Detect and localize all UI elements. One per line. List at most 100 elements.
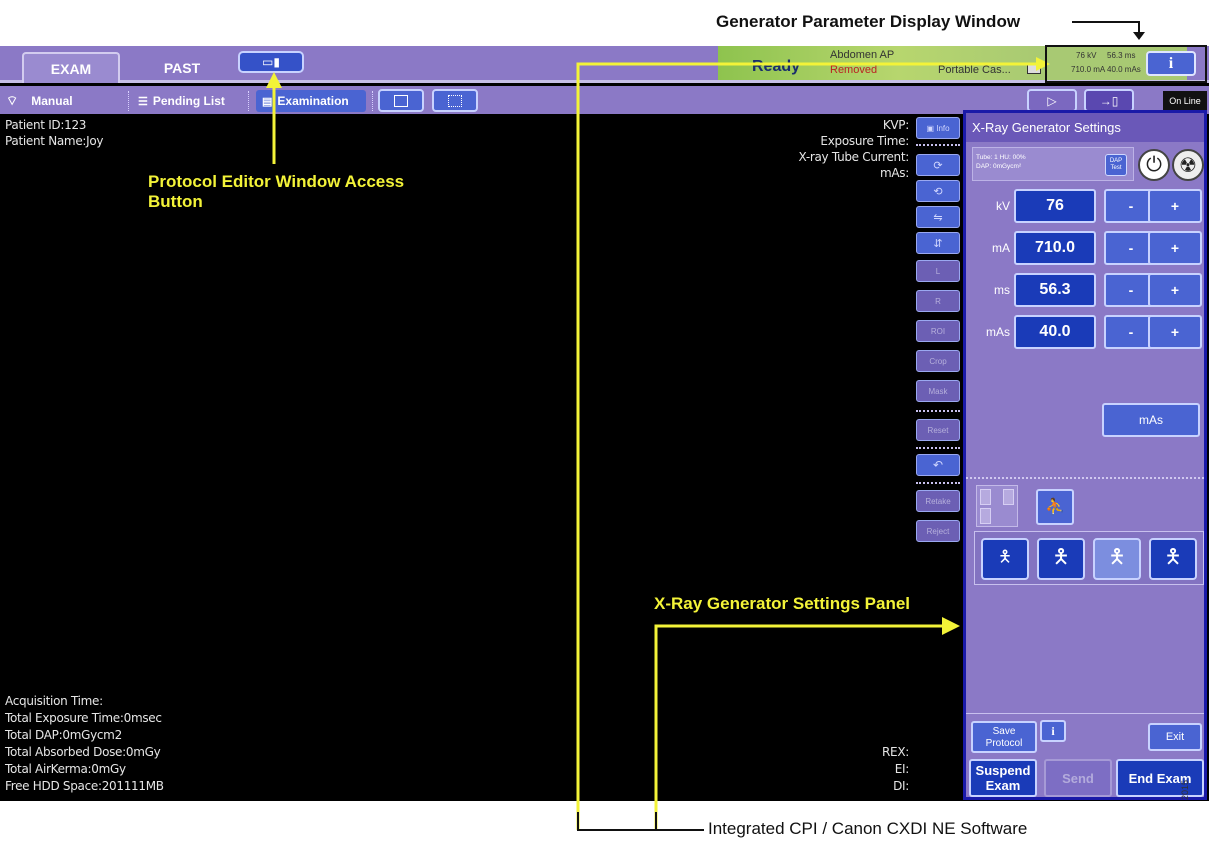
online-status: On Line	[1163, 91, 1207, 111]
kvp-label: KVP:	[882, 118, 909, 132]
patient-position-button[interactable]: ⛹	[1036, 489, 1074, 525]
divider	[916, 482, 960, 484]
dap-test-button[interactable]: DAP Test	[1105, 154, 1127, 176]
manual-button[interactable]: ⌔ Manual	[6, 91, 73, 111]
single-view-button[interactable]	[378, 89, 424, 112]
layout-selector[interactable]	[976, 485, 1018, 527]
left-marker-button[interactable]: L	[916, 260, 960, 282]
send-button[interactable]: Send	[1044, 759, 1112, 797]
ma-value[interactable]: 710.0	[1014, 231, 1096, 265]
manual-icon: ⌔	[6, 93, 19, 108]
ms-plus-button[interactable]: +	[1148, 273, 1202, 307]
tube-status: Tube: 1 HU: 00%	[976, 154, 1026, 161]
ei-label: EI:	[894, 762, 910, 776]
xray-generator-settings-panel: X-Ray Generator Settings Tube: 1 HU: 00%…	[963, 110, 1207, 800]
person-medium-icon: 🯅	[1052, 546, 1070, 568]
undo-icon: ↶	[932, 458, 944, 472]
divider	[916, 410, 960, 412]
size-medium-button[interactable]: 🯅	[1037, 538, 1085, 580]
transfer-button[interactable]: →▯	[1084, 89, 1134, 112]
power-icon[interactable]: ⏻	[1138, 149, 1170, 181]
size-xlarge-button[interactable]: 🯅	[1149, 538, 1197, 580]
rotate-left-icon: ⟲	[933, 185, 943, 198]
reject-button[interactable]: Reject	[916, 520, 960, 542]
rex-label: REX:	[882, 745, 909, 759]
mas-row: mAs 40.0 - +	[972, 315, 1202, 349]
annotation-protocol-editor-line2: Button	[148, 192, 203, 211]
gen-mas: 40.0 mAs	[1107, 65, 1141, 74]
ma-plus-button[interactable]: +	[1148, 231, 1202, 265]
save-protocol-button[interactable]: Save Protocol	[971, 721, 1037, 753]
size-small-button[interactable]: 🯅	[981, 538, 1029, 580]
mas-mode-button[interactable]: mAs	[1102, 403, 1200, 437]
size-large-button[interactable]: 🯅	[1093, 538, 1141, 580]
exit-button[interactable]: Exit	[1148, 723, 1202, 751]
total-airkerma: Total AirKerma:0mGy	[5, 762, 126, 776]
tube-info: Tube: 1 HU: 00% DAP: 0mGycm² DAP Test	[972, 147, 1134, 181]
layout-cell	[1003, 489, 1014, 505]
info-tool-label: Info	[936, 123, 950, 133]
acquisition-time: Acquisition Time:	[5, 694, 103, 708]
grid-view-icon	[448, 94, 462, 107]
info-tool-button[interactable]: ▣ Info	[916, 117, 960, 139]
kv-plus-button[interactable]: +	[1148, 189, 1202, 223]
mas-value[interactable]: 40.0	[1014, 315, 1096, 349]
grid-view-button[interactable]	[432, 89, 478, 112]
total-dap: Total DAP:0mGycm2	[5, 728, 122, 742]
annotation-generator-display: Generator Parameter Display Window	[716, 12, 1021, 31]
reset-button[interactable]: Reset	[916, 419, 960, 441]
gen-kv: 76 kV	[1076, 51, 1097, 60]
mas-label: mAs	[986, 325, 1010, 339]
flip-horizontal-button[interactable]: ⇋	[916, 206, 960, 228]
info-button[interactable]: i	[1146, 51, 1196, 76]
layout-cell	[980, 489, 991, 505]
divider	[966, 477, 1204, 479]
panel-info-button[interactable]: i	[1040, 720, 1066, 742]
tab-exam[interactable]: EXAM	[22, 52, 120, 83]
list-icon: ☰	[138, 95, 148, 108]
mas-plus-button[interactable]: +	[1148, 315, 1202, 349]
end-exam-button[interactable]: End Exam	[1116, 759, 1204, 797]
status-detector: Portable Cas...	[938, 64, 1011, 76]
right-marker-button[interactable]: R	[916, 290, 960, 312]
rotate-left-tool-button[interactable]: ⟲	[916, 180, 960, 202]
mask-button[interactable]: Mask	[916, 380, 960, 402]
examination-label: Examination	[277, 94, 349, 108]
divider	[916, 144, 960, 146]
ms-label: ms	[994, 283, 1010, 297]
arrow-down-icon	[1133, 32, 1145, 40]
person-large-icon: 🯅	[1108, 546, 1126, 568]
transfer-icon: →▯	[1099, 93, 1119, 108]
rotate-tool-button[interactable]: ⟳	[916, 154, 960, 176]
undo-button[interactable]: ↶	[916, 454, 960, 476]
panel-title: X-Ray Generator Settings	[966, 113, 1204, 142]
examination-button[interactable]: ▤ Examination	[256, 90, 366, 112]
roi-button[interactable]: ROI	[916, 320, 960, 342]
pending-list-button[interactable]: ☰ Pending List	[138, 91, 225, 111]
protocol-editor-button[interactable]: ▭▮	[238, 51, 304, 73]
radiation-icon[interactable]: ☢	[1172, 149, 1204, 181]
retake-button[interactable]: Retake	[916, 490, 960, 512]
status-ready: Ready	[752, 58, 801, 75]
tab-bar: EXAM PAST ▭▮ Ready Abdomen AP Removed Po…	[0, 46, 1209, 83]
tube-current-label: X-ray Tube Current:	[798, 150, 910, 164]
examination-icon: ▤	[262, 95, 273, 108]
page: Generator Parameter Display Window EXAM …	[0, 0, 1209, 842]
ms-value[interactable]: 56.3	[1014, 273, 1096, 307]
status-protocol: Abdomen AP	[830, 49, 895, 61]
single-view-icon	[394, 94, 408, 107]
flip-vertical-button[interactable]: ⇵	[916, 232, 960, 254]
divider	[966, 713, 1204, 714]
di-label: DI:	[893, 779, 909, 793]
annotate-button[interactable]: ▷	[1027, 89, 1077, 112]
kv-value[interactable]: 76	[1014, 189, 1096, 223]
mas-label: mAs:	[880, 166, 909, 180]
divider	[916, 447, 960, 449]
suspend-exam-button[interactable]: Suspend Exam	[969, 759, 1037, 797]
patient-size-group: 🯅 🯅 🯅 🯅	[974, 531, 1204, 585]
protocol-editor-icon: ▭▮	[262, 55, 280, 69]
annotation-bracket	[577, 812, 704, 831]
annotation-software: Integrated CPI / Canon CXDI NE Software	[708, 819, 1028, 838]
crop-button[interactable]: Crop	[916, 350, 960, 372]
tab-past[interactable]: PAST	[133, 52, 231, 83]
